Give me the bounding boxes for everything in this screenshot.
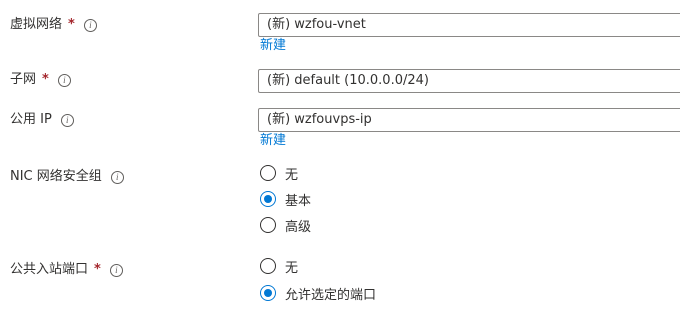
info-icon[interactable]: i <box>83 18 97 32</box>
info-icon[interactable]: i <box>57 73 71 87</box>
subnet-select[interactable]: (新) default (10.0.0.0/24) <box>258 69 680 93</box>
info-icon[interactable]: i <box>109 263 123 277</box>
inbound-ports-option-none[interactable]: 无 <box>260 256 298 276</box>
radio-label: 高级 <box>285 219 312 235</box>
required-marker: * <box>94 262 101 277</box>
nic-nsg-option-advanced[interactable]: 高级 <box>260 215 311 235</box>
vnet-select[interactable]: (新) wzfou-vnet <box>258 13 680 37</box>
inbound-ports-option-allow-selected[interactable]: 允许选定的端口 <box>260 283 376 303</box>
nic-nsg-label: NIC 网络安全组 <box>10 169 102 184</box>
nic-nsg-option-none[interactable]: 无 <box>260 163 298 183</box>
required-marker: * <box>42 72 49 87</box>
vnet-create-link[interactable]: 新建 <box>260 38 286 54</box>
inbound-ports-label-row: 公共入站端口 * i <box>10 261 123 279</box>
public-ip-label-row: 公用 IP i <box>10 111 74 129</box>
radio-button[interactable] <box>260 165 276 181</box>
vnet-label-row: 虚拟网络 * i <box>10 16 97 34</box>
subnet-label: 子网 <box>10 72 37 87</box>
subnet-label-row: 子网 * i <box>10 71 71 89</box>
nic-nsg-label-row: NIC 网络安全组 i <box>10 168 124 186</box>
nic-nsg-option-basic[interactable]: 基本 <box>260 189 311 209</box>
radio-button[interactable] <box>260 217 276 233</box>
radio-label: 无 <box>285 167 299 183</box>
info-icon[interactable]: i <box>110 170 124 184</box>
radio-label: 基本 <box>285 193 312 209</box>
public-ip-create-link[interactable]: 新建 <box>260 133 286 149</box>
radio-button-selected[interactable] <box>260 191 276 207</box>
radio-button[interactable] <box>260 258 276 274</box>
radio-label: 允许选定的端口 <box>285 287 377 303</box>
vnet-label: 虚拟网络 <box>10 17 63 32</box>
public-ip-select[interactable]: (新) wzfouvps-ip <box>258 108 680 132</box>
required-marker: * <box>68 17 75 32</box>
radio-label: 无 <box>285 260 299 276</box>
radio-button-selected[interactable] <box>260 285 276 301</box>
network-settings-form: 虚拟网络 * i (新) wzfou-vnet 新建 子网 * i (新) de… <box>0 0 680 316</box>
info-icon[interactable]: i <box>60 113 74 127</box>
inbound-ports-label: 公共入站端口 <box>10 262 89 277</box>
public-ip-label: 公用 IP <box>10 112 52 127</box>
